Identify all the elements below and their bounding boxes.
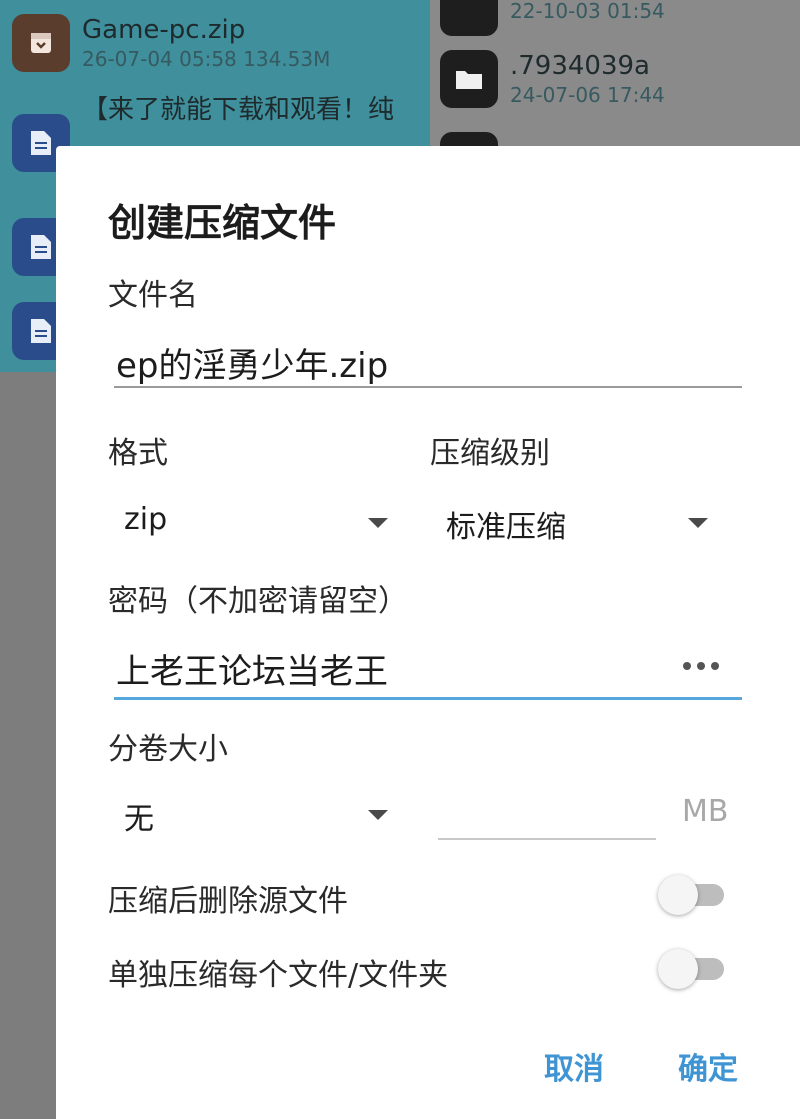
format-label: 格式	[108, 436, 168, 471]
more-icon[interactable]	[683, 662, 719, 670]
confirm-button[interactable]: 确定	[678, 1044, 738, 1088]
cancel-button[interactable]: 取消	[544, 1044, 604, 1088]
folder-icon	[440, 0, 498, 36]
volume-size-select-value: 无	[124, 802, 154, 837]
password-input[interactable]: 上老王论坛当老王	[116, 644, 388, 693]
filename-input[interactable]: ep的淫勇少年.zip	[116, 338, 388, 387]
filename-label: 文件名	[108, 278, 198, 313]
dialog-title: 创建压缩文件	[108, 201, 337, 245]
delete-source-label: 压缩后删除源文件	[108, 884, 348, 919]
volume-size-input[interactable]	[438, 838, 656, 840]
compression-level-select[interactable]: 标准压缩	[430, 492, 730, 552]
archive-icon	[12, 14, 70, 72]
file-item-folder[interactable]: 22-10-03 01:54	[440, 0, 665, 36]
compress-separately-toggle[interactable]	[658, 946, 724, 992]
compress-separately-label: 单独压缩每个文件/文件夹	[108, 958, 449, 993]
folder-icon	[440, 50, 498, 108]
file-meta: 26-07-04 05:58 134.53M	[82, 47, 331, 71]
password-label: 密码（不加密请留空）	[108, 584, 408, 619]
file-meta: 22-10-03 01:54	[510, 0, 665, 23]
chevron-down-icon	[368, 810, 388, 820]
volume-size-select[interactable]: 无	[108, 784, 400, 844]
toggle-thumb	[658, 875, 698, 915]
compression-level-label: 压缩级别	[430, 436, 550, 471]
toggle-thumb	[658, 949, 698, 989]
volume-size-label: 分卷大小	[108, 732, 228, 767]
delete-source-toggle[interactable]	[658, 872, 724, 918]
format-select-value: zip	[124, 502, 168, 537]
password-underline	[114, 697, 742, 700]
format-select[interactable]: zip	[108, 492, 400, 552]
file-meta: 24-07-06 17:44	[510, 83, 665, 107]
file-name: Game-pc.zip	[82, 15, 246, 45]
file-name: .7934039a	[510, 51, 650, 81]
file-item-game-zip[interactable]: Game-pc.zip 26-07-04 05:58 134.53M	[12, 14, 330, 72]
file-name: 【来了就能下载和观看！纯	[82, 95, 395, 125]
create-archive-dialog: 创建压缩文件 文件名 ep的淫勇少年.zip 格式 压缩级别 zip 标准压缩 …	[56, 146, 800, 1119]
compression-level-select-value: 标准压缩	[446, 510, 566, 545]
chevron-down-icon	[688, 518, 708, 528]
volume-unit-label: MB	[682, 794, 729, 829]
filename-underline	[114, 386, 742, 388]
file-item-folder[interactable]: .7934039a 24-07-06 17:44	[440, 50, 665, 108]
chevron-down-icon	[368, 518, 388, 528]
